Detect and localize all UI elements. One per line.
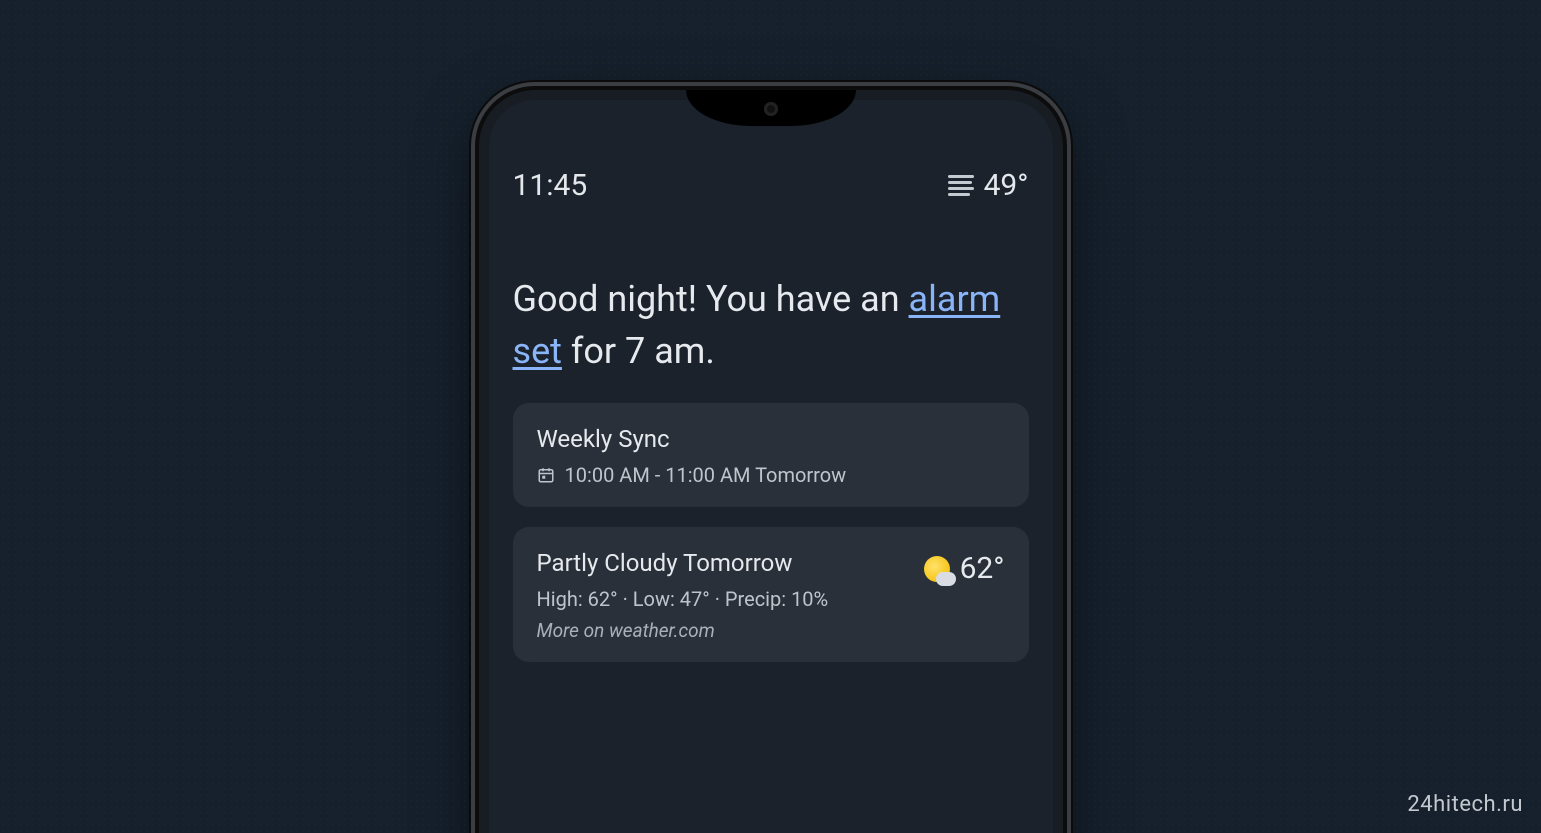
calendar-event-card[interactable]: Weekly Sync 10:00 AM - 11:00 AM Tomorrow (513, 403, 1029, 507)
event-title: Weekly Sync (537, 425, 1005, 453)
phone-screen: 11:45 49° Good night! You have an alarm … (489, 100, 1053, 833)
partly-cloudy-icon (924, 556, 950, 582)
weather-forecast-card[interactable]: Partly Cloudy Tomorrow High: 62° · Low: … (513, 527, 1029, 662)
greeting-prefix: Good night! You have an (513, 278, 909, 320)
status-weather[interactable]: 49° (948, 168, 1029, 203)
fog-icon (948, 175, 974, 196)
greeting-suffix: for 7 am. (562, 330, 715, 372)
status-temp: 49° (984, 168, 1029, 203)
clock-time: 11:45 (513, 168, 588, 203)
calendar-icon (537, 466, 555, 484)
event-time-row: 10:00 AM - 11:00 AM Tomorrow (537, 463, 1005, 487)
weather-details: High: 62° · Low: 47° · Precip: 10% (537, 587, 908, 611)
greeting-text: Good night! You have an alarm set for 7 … (513, 273, 1029, 377)
weather-title: Partly Cloudy Tomorrow (537, 549, 908, 577)
weather-temp: 62° (960, 551, 1005, 586)
phone-frame: 11:45 49° Good night! You have an alarm … (479, 90, 1063, 833)
event-time-text: 10:00 AM - 11:00 AM Tomorrow (565, 463, 847, 487)
weather-temp-block: 62° (924, 549, 1005, 586)
weather-source-link[interactable]: More on weather.com (537, 619, 908, 642)
watermark-text: 24hitech.ru (1407, 792, 1523, 817)
